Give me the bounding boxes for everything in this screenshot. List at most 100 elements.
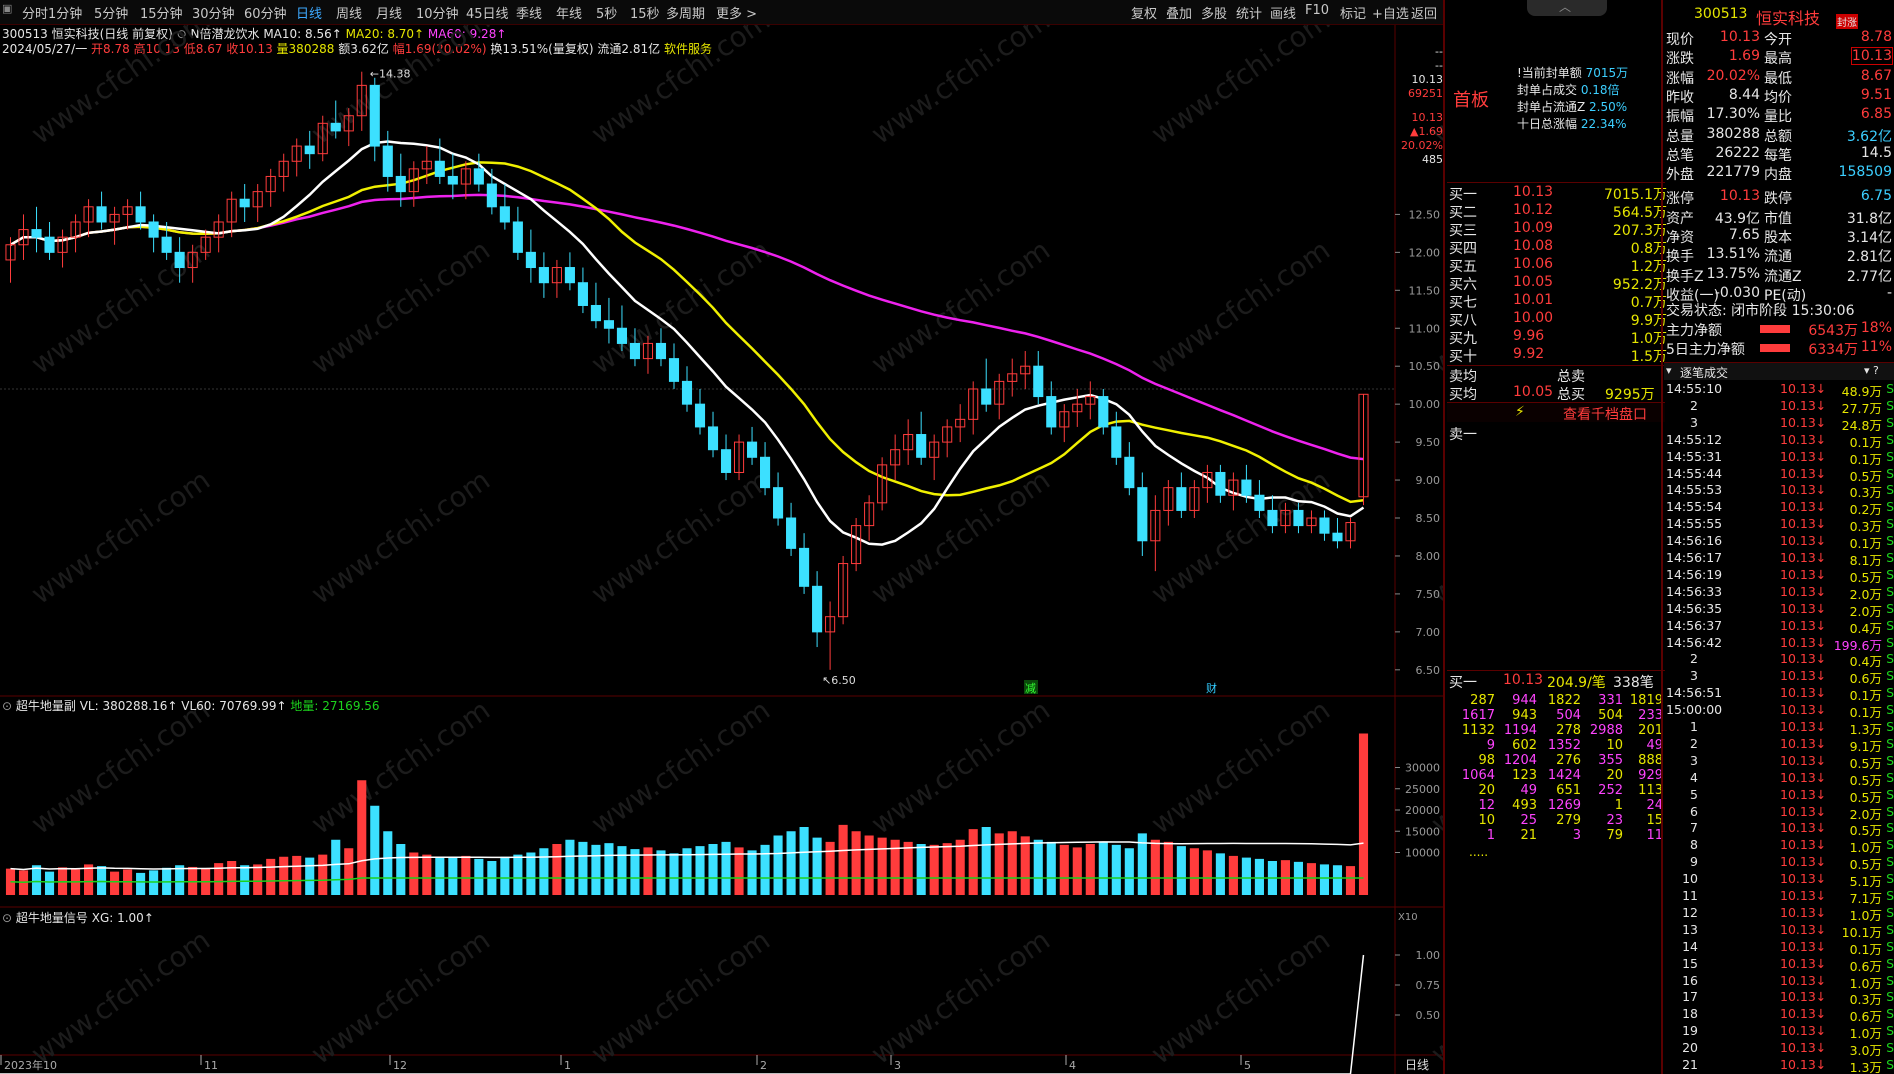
volume-bar[interactable]	[864, 835, 874, 896]
tick-row[interactable]: 14:56:35 10.13↓ 2.0万 S	[1664, 601, 1894, 619]
tick-row[interactable]: 14:56:51 10.13↓ 0.1万 S	[1664, 685, 1894, 703]
window-menu-icon[interactable]: ▣	[2, 2, 12, 15]
period-12[interactable]: 年线	[556, 3, 582, 22]
candle-body[interactable]	[1098, 396, 1109, 428]
queue-more[interactable]: .....	[1469, 845, 1488, 859]
candle-body[interactable]	[773, 487, 784, 519]
candle-body[interactable]	[1137, 487, 1148, 542]
bid-level[interactable]: 买一 10.13 7015.1万	[1447, 184, 1669, 203]
period-5[interactable]: 60分钟	[244, 3, 287, 22]
tick-row[interactable]: 18 10.13↓ 0.6万 S	[1664, 1006, 1894, 1024]
volume-bar[interactable]	[617, 846, 627, 895]
event-label-2[interactable]: 财	[1206, 681, 1217, 695]
tick-row[interactable]: 14:56:16 10.13↓ 0.1万 S	[1664, 533, 1894, 551]
toolbar-btn-7[interactable]: +自选	[1372, 3, 1409, 22]
tick-row[interactable]: 12 10.13↓ 1.0万 S	[1664, 905, 1894, 923]
toolbar-btn-3[interactable]: 统计	[1236, 3, 1262, 22]
volume-bar[interactable]	[903, 841, 913, 895]
volume-bar[interactable]	[1059, 844, 1069, 895]
volume-bar[interactable]	[526, 852, 536, 896]
tick-row[interactable]: 4 10.13↓ 0.5万 S	[1664, 770, 1894, 788]
volume-bar[interactable]	[994, 833, 1004, 895]
more-depth-label[interactable]: 查看千档盘口	[1563, 404, 1647, 424]
volume-bar[interactable]	[305, 857, 315, 895]
ticks-menu-icon[interactable]: ▾ ?	[1864, 364, 1879, 377]
tick-row[interactable]: 6 10.13↓ 2.0万 S	[1664, 804, 1894, 822]
volume-bar[interactable]	[1046, 841, 1056, 895]
volume-bar[interactable]	[981, 827, 991, 895]
period-0[interactable]: 分时	[22, 3, 48, 22]
tick-row[interactable]: 10 10.13↓ 5.1万 S	[1664, 871, 1894, 889]
period-16[interactable]: 更多 >	[716, 3, 757, 22]
candle-body[interactable]	[538, 267, 549, 284]
bid-level[interactable]: 买九 9.96 1.0万	[1447, 328, 1669, 347]
candle-body[interactable]	[135, 206, 146, 223]
candle-body[interactable]	[603, 320, 614, 329]
more-depth-link[interactable]: ⚡ 查看千档盘口	[1447, 403, 1665, 424]
candle-body[interactable]	[1267, 509, 1278, 527]
toolbar-btn-6[interactable]: 标记	[1340, 3, 1366, 22]
volume-bar[interactable]	[448, 857, 458, 895]
candle-body[interactable]	[1241, 479, 1252, 496]
volume-bar[interactable]	[110, 871, 120, 895]
tick-row[interactable]: 14:56:33 10.13↓ 2.0万 S	[1664, 584, 1894, 602]
period-3[interactable]: 15分钟	[140, 3, 183, 22]
tick-row[interactable]: 9 10.13↓ 0.5万 S	[1664, 854, 1894, 872]
volume-bar[interactable]	[942, 843, 952, 895]
candle-body[interactable]	[668, 358, 680, 382]
volume-bar[interactable]	[175, 865, 185, 895]
volume-bar[interactable]	[253, 864, 263, 895]
candle-body[interactable]	[304, 145, 315, 155]
volume-bar[interactable]	[578, 841, 588, 895]
volume-bar[interactable]	[1124, 848, 1134, 895]
volume-bar[interactable]	[97, 866, 107, 895]
volume-bar[interactable]	[539, 848, 549, 895]
candle-body[interactable]	[434, 160, 445, 177]
volume-bar[interactable]	[461, 855, 471, 895]
candle-body[interactable]	[799, 547, 810, 587]
event-label-1[interactable]: 减	[1025, 682, 1036, 695]
candle-body[interactable]	[174, 251, 185, 269]
volume-bar[interactable]	[1033, 839, 1043, 895]
candle-body[interactable]	[239, 198, 250, 208]
volume-bar[interactable]	[1345, 866, 1356, 895]
volume-bar[interactable]	[656, 850, 666, 895]
volume-bar[interactable]	[370, 805, 380, 895]
period-2[interactable]: 5分钟	[94, 3, 128, 22]
candle-body[interactable]	[330, 122, 341, 132]
tick-row[interactable]: 14:55:31 10.13↓ 0.1万 S	[1664, 449, 1894, 467]
period-6[interactable]: 日线	[296, 3, 322, 22]
ticks-title[interactable]: 逐笔成交	[1680, 364, 1728, 381]
signal-panel-title[interactable]: 超牛地量信号	[16, 911, 88, 925]
candle-body[interactable]	[525, 251, 536, 269]
tick-row[interactable]: 14:56:37 10.13↓ 0.4万 S	[1664, 618, 1894, 636]
volume-bar[interactable]	[604, 843, 614, 895]
tick-row[interactable]: 7 10.13↓ 0.5万 S	[1664, 820, 1894, 838]
tick-row[interactable]: 14:56:19 10.13↓ 0.5万 S	[1664, 567, 1894, 585]
candle-body[interactable]	[148, 221, 159, 238]
volume-bar[interactable]	[877, 837, 887, 895]
tick-row[interactable]: 5 10.13↓ 0.5万 S	[1664, 787, 1894, 805]
volume-bar[interactable]	[31, 865, 42, 895]
volume-bar[interactable]	[1098, 841, 1108, 895]
collapse-chevron-icon[interactable]: ︿	[1559, 0, 1571, 15]
tick-row[interactable]: 2 10.13↓ 9.1万 S	[1664, 736, 1894, 754]
period-9[interactable]: 10分钟	[416, 3, 459, 22]
candle-body[interactable]	[916, 434, 927, 458]
tick-row[interactable]: 14:55:54 10.13↓ 0.2万 S	[1664, 499, 1894, 517]
candle-body[interactable]	[1215, 471, 1226, 496]
volume-bar[interactable]	[383, 831, 393, 895]
volume-bar[interactable]	[1319, 864, 1330, 895]
volume-bar[interactable]	[1215, 853, 1225, 895]
volume-bar[interactable]	[344, 848, 354, 895]
volume-bar[interactable]	[1020, 836, 1030, 895]
tick-row[interactable]: 14:55:55 10.13↓ 0.3万 S	[1664, 516, 1894, 534]
volume-panel-title[interactable]: 超牛地量副	[16, 699, 76, 713]
volume-bar[interactable]	[1306, 863, 1317, 895]
candle-body[interactable]	[31, 229, 42, 238]
candle-body[interactable]	[382, 145, 393, 177]
candle-body[interactable]	[746, 441, 758, 458]
volume-bar[interactable]	[929, 844, 939, 895]
ticks-toggle-icon[interactable]: ▾	[1666, 364, 1672, 377]
toolbar-btn-2[interactable]: 多股	[1201, 3, 1227, 22]
